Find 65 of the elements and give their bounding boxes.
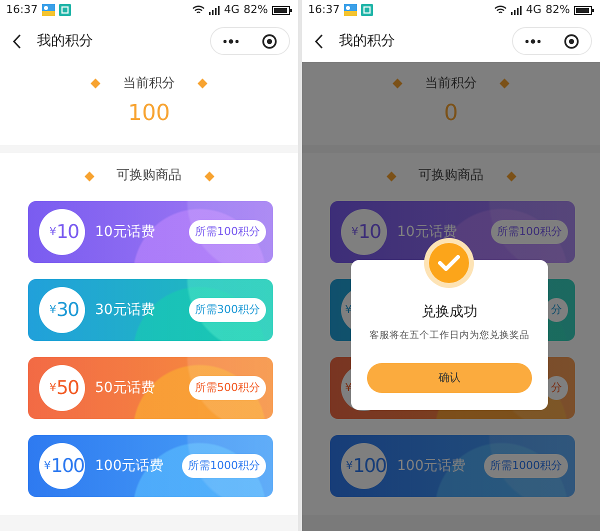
points-value: 100 [128, 102, 170, 126]
coupon-card[interactable]: ¥100 100元话费 所需1000积分 [28, 435, 273, 497]
coupon-name: 10元话费 [95, 222, 155, 242]
network-label: 4G [526, 2, 542, 18]
coupon-name: 50元话费 [95, 378, 155, 398]
section-title: 可换购商品 [116, 167, 182, 186]
wifi-icon [192, 5, 206, 15]
price-amount: 10 [358, 220, 381, 245]
menu-capsule[interactable] [210, 27, 290, 55]
currency-symbol: ¥ [346, 458, 353, 474]
more-icon[interactable] [222, 38, 239, 44]
price-amount: 50 [56, 376, 79, 401]
dialog-title: 兑换成功 [422, 303, 478, 322]
coupon-name: 100元话费 [95, 456, 164, 476]
currency-symbol: ¥ [345, 380, 352, 396]
app-icon [344, 4, 357, 16]
cost-badge: 所需500积分 [189, 376, 266, 400]
section-title: 可换购商品 [418, 167, 484, 186]
confirm-button[interactable]: 确认 [367, 363, 532, 394]
wifi-icon [494, 5, 508, 15]
signal-icon [209, 6, 220, 14]
price-amount: 100 [352, 454, 386, 479]
price-amount: 10 [56, 220, 79, 245]
battery-percent: 82% [546, 2, 570, 18]
network-label: 4G [224, 2, 240, 18]
cost-badge: 所需100积分 [491, 220, 568, 244]
more-icon[interactable] [524, 38, 541, 44]
app-icon [42, 4, 55, 16]
cost-badge: 所需300积分 [189, 298, 266, 322]
cost-badge: 所需1000积分 [484, 454, 568, 478]
coupon-card[interactable]: ¥50 50元话费 所需500积分 [28, 357, 273, 419]
coupon-name: 30元话费 [95, 300, 155, 320]
status-time: 16:37 [308, 2, 340, 18]
cost-badge: 所需100积分 [189, 220, 266, 244]
currency-symbol: ¥ [345, 302, 352, 318]
close-icon[interactable] [564, 34, 580, 48]
coupon-card[interactable]: ¥30 30元话费 所需300积分 [28, 279, 273, 341]
back-icon[interactable] [12, 34, 21, 48]
dialog-message: 客服将在五个工作日内为您兑换奖品 [370, 329, 530, 343]
price-amount: 30 [56, 298, 79, 323]
coupon-card[interactable]: ¥10 10元话费 所需100积分 [28, 201, 273, 263]
status-time: 16:37 [6, 2, 38, 18]
currency-symbol: ¥ [49, 224, 56, 240]
price-amount: 100 [50, 454, 84, 479]
points-label: 当前积分 [425, 75, 477, 93]
page-title: 我的积分 [37, 32, 94, 50]
coupon-name: 10元话费 [397, 222, 457, 242]
back-icon[interactable] [314, 34, 323, 48]
signal-icon [511, 6, 522, 14]
currency-symbol: ¥ [44, 458, 51, 474]
points-value: 0 [444, 102, 458, 126]
battery-icon [272, 6, 292, 14]
currency-symbol: ¥ [49, 380, 56, 396]
menu-capsule[interactable] [512, 27, 592, 55]
app-icon [360, 4, 373, 16]
page-title: 我的积分 [339, 32, 396, 50]
cost-badge: 所需1000积分 [182, 454, 266, 478]
app-icon [58, 4, 71, 16]
close-icon[interactable] [262, 34, 278, 48]
points-label: 当前积分 [123, 75, 175, 93]
currency-symbol: ¥ [351, 224, 358, 240]
coupon-name: 100元话费 [397, 456, 466, 476]
battery-icon [574, 6, 594, 14]
currency-symbol: ¥ [49, 302, 56, 318]
battery-percent: 82% [244, 2, 268, 18]
